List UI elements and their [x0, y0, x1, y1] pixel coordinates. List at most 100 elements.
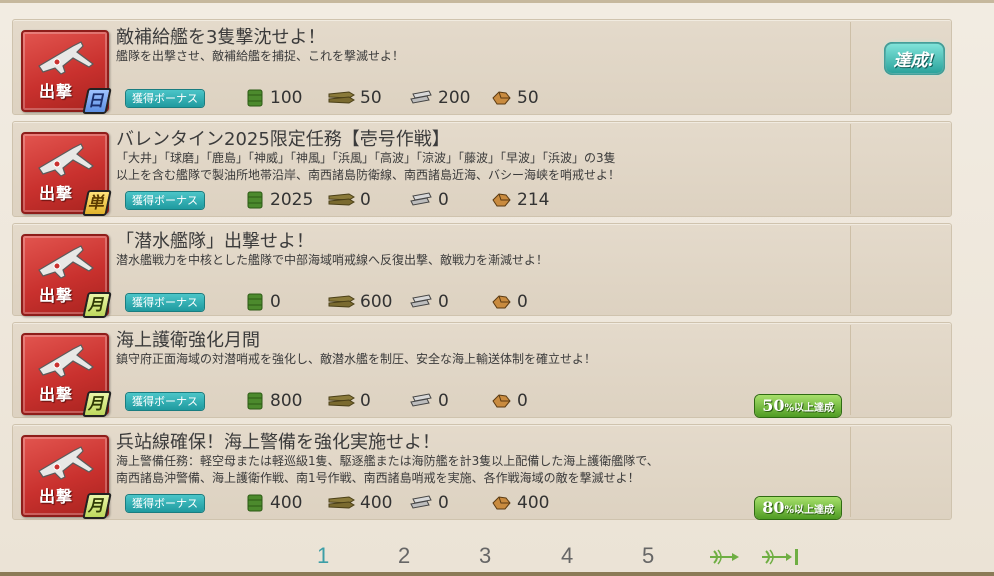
progress-percent: 80	[762, 498, 785, 517]
quest-title: バレンタイン2025限定任務【壱号作戦】	[116, 129, 450, 150]
fuel-reward: 800	[245, 389, 302, 413]
category-label: 出撃	[39, 385, 74, 404]
quest-description-line: 南西諸島沖警備、海上護衛作戦、南1号作戦、南西諸島哨戒を実施、各作戦海域の敵を撃…	[116, 471, 640, 485]
bauxite-reward: 0	[490, 389, 528, 413]
steel-icon	[410, 192, 432, 206]
bonus-badge: 獲得ボーナス	[126, 393, 204, 410]
category-label: 出撃	[39, 487, 74, 506]
fuel-icon	[247, 293, 263, 311]
steel-value: 0	[438, 292, 449, 312]
fuel-value: 0	[270, 292, 281, 312]
progress-stamp: 80%以上達成	[755, 497, 841, 519]
quest-description-line: 「大井」「球磨」「鹿島」「神威」「神風」「浜風」「高波」「涼波」「藤波」「早波」…	[116, 151, 616, 165]
bonus-badge: 獲得ボーナス	[126, 192, 204, 209]
pagination: 1 2 3 4 5	[300, 541, 820, 571]
steel-reward: 0	[409, 290, 449, 314]
bauxite-icon	[492, 295, 511, 309]
fuel-icon	[247, 494, 263, 512]
ammo-reward: 0	[327, 389, 371, 413]
quest-description: 艦隊を出撃させ、敵補給艦を捕捉、これを撃滅せよ！	[116, 48, 836, 65]
bauxite-icon	[492, 496, 511, 510]
page-5-button[interactable]: 5	[642, 543, 654, 569]
quest-item[interactable]: 出撃 月 海上護衛強化月間 鎮守府正面海域の対潜哨戒を強化し、敵潜水艦を制圧、安…	[12, 322, 952, 418]
quest-description: 海上警備任務：軽空母または軽巡級1隻、駆逐艦または海防艦を計3隻以上配備した海上…	[116, 453, 836, 487]
quest-item[interactable]: 出撃 月 「潜水艦隊」出撃せよ！ 潜水艦戦力を中核とした艦隊で中部海域哨戒線へ反…	[12, 223, 952, 318]
ammo-value: 0	[360, 391, 371, 411]
page-1-button[interactable]: 1	[317, 543, 329, 569]
page-2-button[interactable]: 2	[398, 543, 410, 569]
quest-description-line: 潜水艦戦力を中核とした艦隊で中部海域哨戒線へ反復出撃、敵戦力を漸減せよ！	[116, 253, 549, 267]
bauxite-icon	[492, 394, 511, 408]
plane-icon	[38, 245, 94, 279]
fuel-reward: 100	[245, 86, 302, 110]
bauxite-value: 0	[517, 292, 528, 312]
status-divider	[850, 226, 851, 313]
steel-icon	[410, 495, 432, 509]
quest-title: 海上護衛強化月間	[116, 330, 260, 351]
next-page-icon[interactable]	[708, 547, 742, 567]
bauxite-value: 0	[517, 391, 528, 411]
quest-description: 潜水艦戦力を中核とした艦隊で中部海域哨戒線へ反復出撃、敵戦力を漸減せよ！	[116, 252, 836, 269]
quest-description: 「大井」「球磨」「鹿島」「神威」「神風」「浜風」「高波」「涼波」「藤波」「早波」…	[116, 150, 836, 184]
quest-title: 兵站線確保！海上警備を強化実施せよ！	[116, 432, 440, 453]
quest-title: 敵補給艦を3隻撃沈せよ！	[116, 27, 326, 48]
steel-reward: 0	[409, 188, 449, 212]
steel-reward: 200	[409, 86, 470, 110]
quest-description-line: 以上を含む艦隊で製油所地帯沿岸、南西諸島防衛線、南西諸島近海、バシー海峡を哨戒せ…	[116, 168, 621, 182]
steel-reward: 0	[409, 491, 449, 515]
ammo-value: 600	[360, 292, 393, 312]
bonus-badge: 獲得ボーナス	[126, 90, 204, 107]
ammo-icon	[328, 295, 355, 308]
page-4-button[interactable]: 4	[561, 543, 573, 569]
progress-unit: %以上達成	[784, 403, 834, 414]
steel-icon	[410, 393, 432, 407]
bauxite-value: 50	[517, 88, 539, 108]
category-label: 出撃	[39, 286, 74, 305]
ammo-value: 0	[360, 190, 371, 210]
completed-stamp: 達成!	[885, 44, 943, 73]
quest-description-line: 鎮守府正面海域の対潜哨戒を強化し、敵潜水艦を制圧、安全な海上輸送体制を確立せよ！	[116, 352, 597, 366]
fuel-reward: 2025	[245, 188, 313, 212]
plane-icon	[38, 446, 94, 480]
ammo-reward: 400	[327, 491, 392, 515]
quest-description: 鎮守府正面海域の対潜哨戒を強化し、敵潜水艦を制圧、安全な海上輸送体制を確立せよ！	[116, 351, 836, 368]
bauxite-reward: 50	[490, 86, 539, 110]
quest-item[interactable]: 出撃 日 敵補給艦を3隻撃沈せよ！ 艦隊を出撃させ、敵補給艦を捕捉、これを撃滅せ…	[12, 19, 952, 115]
quest-panel: 出撃 日 敵補給艦を3隻撃沈せよ！ 艦隊を出撃させ、敵補給艦を捕捉、これを撃滅せ…	[0, 0, 994, 576]
page-3-button[interactable]: 3	[479, 543, 491, 569]
ammo-reward: 600	[327, 290, 392, 314]
bonus-badge: 獲得ボーナス	[126, 495, 204, 512]
plane-icon	[38, 344, 94, 378]
ammo-value: 50	[360, 88, 382, 108]
bauxite-value: 400	[517, 493, 550, 513]
last-page-icon[interactable]	[760, 547, 800, 567]
progress-stamp: 50%以上達成	[755, 395, 841, 417]
quest-list: 出撃 日 敵補給艦を3隻撃沈せよ！ 艦隊を出撃させ、敵補給艦を捕捉、これを撃滅せ…	[12, 19, 958, 526]
quest-item[interactable]: 出撃 月 兵站線確保！海上警備を強化実施せよ！ 海上警備任務：軽空母または軽巡級…	[12, 424, 952, 520]
quest-item[interactable]: 出撃 単 バレンタイン2025限定任務【壱号作戦】 「大井」「球磨」「鹿島」「神…	[12, 121, 952, 217]
fuel-icon	[247, 392, 263, 410]
progress-unit: %以上達成	[784, 505, 834, 516]
plane-icon	[38, 143, 94, 177]
ammo-reward: 0	[327, 188, 371, 212]
fuel-value: 100	[270, 88, 303, 108]
steel-icon	[410, 90, 432, 104]
status-divider	[850, 124, 851, 214]
ammo-icon	[328, 496, 355, 509]
steel-value: 0	[438, 493, 449, 513]
ammo-reward: 50	[327, 86, 382, 110]
status-divider	[850, 325, 851, 415]
ammo-icon	[328, 91, 355, 104]
bauxite-reward: 214	[490, 188, 549, 212]
ammo-icon	[328, 394, 355, 407]
bauxite-icon	[492, 91, 511, 105]
quest-description-line: 海上警備任務：軽空母または軽巡級1隻、駆逐艦または海防艦を計3隻以上配備した海上…	[116, 454, 659, 468]
fuel-value: 2025	[270, 190, 314, 210]
steel-value: 0	[438, 190, 449, 210]
category-label: 出撃	[39, 82, 74, 101]
bauxite-value: 214	[517, 190, 550, 210]
fuel-value: 400	[270, 493, 303, 513]
fuel-reward: 0	[245, 290, 281, 314]
status-divider	[850, 427, 851, 517]
quest-description-line: 艦隊を出撃させ、敵補給艦を捕捉、これを撃滅せよ！	[116, 49, 405, 63]
